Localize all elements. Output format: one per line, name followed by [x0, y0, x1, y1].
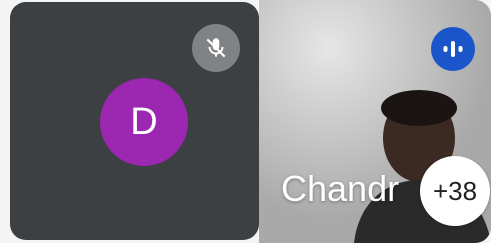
- participant-tile-d[interactable]: D: [10, 2, 259, 240]
- speaking-indicator: [431, 27, 475, 71]
- muted-indicator: [192, 24, 240, 72]
- avatar-initial: D: [130, 100, 158, 143]
- audio-wave-icon: [431, 27, 475, 71]
- more-participants-button[interactable]: +38: [420, 156, 490, 226]
- participant-tile-chandr[interactable]: Chandr +38: [259, 0, 491, 243]
- avatar: D: [100, 78, 188, 166]
- participant-name: Chandr: [281, 168, 400, 209]
- mic-off-icon: [206, 38, 226, 58]
